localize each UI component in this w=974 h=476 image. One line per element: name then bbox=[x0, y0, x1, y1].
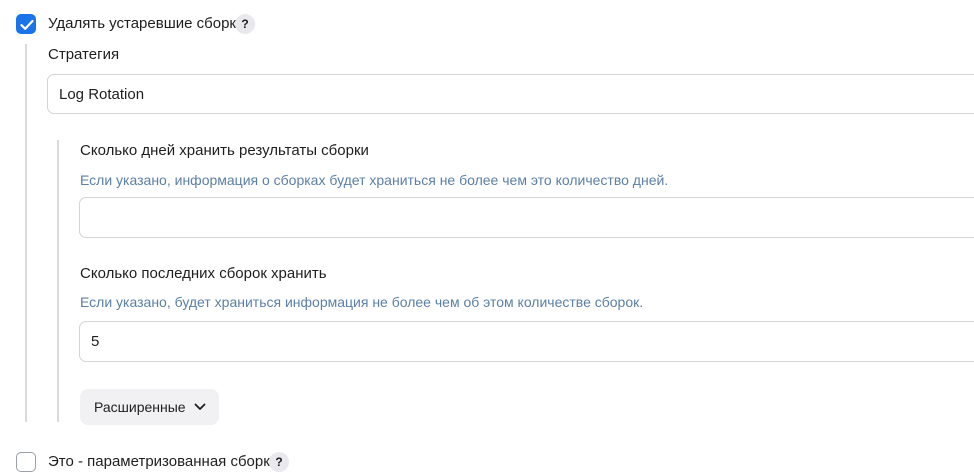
advanced-button[interactable]: Расширенные bbox=[80, 389, 219, 425]
advanced-button-label: Расширенные bbox=[94, 399, 186, 415]
num-to-keep-input[interactable]: 5 bbox=[79, 321, 974, 362]
check-icon bbox=[20, 19, 34, 30]
build-discard-settings: Удалять устаревшие сборки ? Стратегия Lo… bbox=[0, 0, 974, 476]
strategy-select[interactable]: Log Rotation bbox=[47, 74, 974, 114]
strategy-label: Стратегия bbox=[48, 46, 120, 63]
parameterized-build-label[interactable]: Это - параметризованная сборка bbox=[48, 452, 278, 472]
days-to-keep-label: Сколько дней хранить результаты сборки bbox=[80, 142, 369, 159]
days-to-keep-description: Если указано, информация о сборках будет… bbox=[80, 172, 669, 188]
strategy-guide-bar bbox=[57, 140, 59, 422]
parameterized-build-checkbox[interactable] bbox=[16, 452, 36, 472]
help-icon[interactable]: ? bbox=[269, 452, 289, 472]
num-to-keep-label: Сколько последних сборок хранить bbox=[80, 265, 327, 282]
days-to-keep-input[interactable] bbox=[79, 197, 974, 238]
num-to-keep-value: 5 bbox=[91, 333, 100, 350]
num-to-keep-description: Если указано, будет храниться информация… bbox=[80, 294, 644, 310]
help-icon[interactable]: ? bbox=[235, 14, 255, 34]
discard-old-builds-checkbox[interactable] bbox=[16, 14, 36, 34]
section-guide-bar bbox=[25, 44, 27, 422]
chevron-down-icon bbox=[194, 403, 206, 410]
discard-old-builds-label[interactable]: Удалять устаревшие сборки bbox=[48, 14, 244, 34]
strategy-selected-value: Log Rotation bbox=[59, 85, 145, 103]
